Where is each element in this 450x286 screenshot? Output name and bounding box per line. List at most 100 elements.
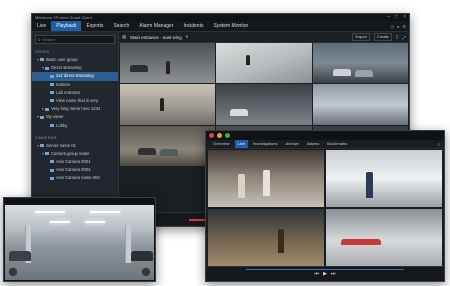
current-view-title[interactable]: Main entrance - east wing — [130, 35, 182, 40]
tree-item[interactable]: Axis Camera 0001 — [32, 158, 118, 166]
tab-investigations[interactable]: Investigations — [250, 140, 280, 148]
playback-timeline[interactable] — [246, 269, 404, 270]
popout-titlebar — [4, 198, 155, 205]
fullscreen-icon[interactable]: ⤢ — [402, 35, 406, 40]
cameras-tree: ▾ Server name 01 ▾ Camera group name Axis … — [32, 142, 118, 183]
person-shape — [366, 172, 373, 198]
tree-item[interactable]: ▾ Direct streaming — [32, 64, 118, 72]
chevron-down-icon: ▾ — [37, 142, 40, 148]
tree-item[interactable]: ▾ My views — [32, 113, 118, 121]
car-shape — [130, 65, 148, 72]
garage-camera-view[interactable] — [5, 205, 154, 280]
folder-icon — [45, 66, 50, 70]
window-dots — [209, 133, 230, 138]
person-shape — [263, 170, 270, 196]
camera-tile[interactable] — [120, 43, 216, 84]
ptz-left-icon[interactable] — [8, 267, 18, 277]
chevron-down-icon: ▾ — [37, 114, 40, 120]
search-input[interactable] — [42, 36, 103, 43]
maximize-icon[interactable]: □ — [395, 15, 398, 20]
car-shape — [160, 148, 178, 156]
ptz-right-icon[interactable] — [141, 267, 151, 277]
tree-item[interactable]: ▸ Very long name here 1234 — [32, 105, 118, 113]
tab-search[interactable]: Search — [108, 21, 134, 31]
tab-live[interactable]: Live — [32, 21, 51, 31]
create-button[interactable]: Create — [373, 33, 392, 41]
tree-item[interactable]: Axis Camera name 004 — [32, 174, 118, 182]
minimize-dot-icon[interactable] — [217, 133, 222, 138]
bookmark-icon[interactable]: ▯ — [396, 34, 398, 40]
view-icon — [50, 82, 54, 86]
main-titlebar: Milestone XProtect Smart Client – □ × — [32, 14, 409, 21]
tree-item[interactable]: Axis Camera 0002 — [32, 166, 118, 174]
minimize-icon[interactable]: – — [387, 15, 390, 20]
tab-live[interactable]: Live — [234, 140, 249, 148]
play-icon[interactable]: ▶ — [323, 271, 327, 277]
camera-tile[interactable] — [312, 43, 408, 84]
camera-tile[interactable] — [208, 150, 324, 207]
camera-tile[interactable] — [120, 84, 216, 125]
export-button[interactable]: Export — [352, 33, 370, 41]
secondary-tabs: Overview Live Investigations Archive Ala… — [206, 140, 444, 149]
camera-tile[interactable] — [208, 209, 324, 266]
tree-item[interactable]: Lobby — [32, 122, 118, 130]
menu-icon[interactable]: ≡ — [438, 142, 440, 147]
ceiling-light — [90, 211, 120, 213]
person-shape — [238, 174, 245, 198]
tree-item[interactable]: ▾ Camera group name — [32, 150, 118, 158]
ceiling-light — [50, 221, 70, 223]
settings-icon[interactable]: ⚙ — [402, 24, 406, 29]
clock-icon: ◷ — [390, 23, 394, 29]
tab-alarm-manager[interactable]: Alarm Manager — [134, 21, 178, 31]
tab-alarms[interactable]: Alarms — [304, 140, 322, 148]
car-shape — [131, 251, 153, 261]
skip-forward-icon[interactable]: ⏭ — [331, 271, 336, 277]
tab-exports[interactable]: Exports — [81, 21, 108, 31]
tree-item[interactable]: Lab entrance — [32, 89, 118, 97]
chevron-down-icon[interactable]: ▾ — [186, 34, 188, 40]
tab-incidents[interactable]: Incidents — [178, 21, 208, 31]
app-title: Milestone XProtect Smart Client — [35, 15, 92, 20]
camera-tile[interactable] — [120, 125, 216, 166]
car-shape — [332, 69, 351, 76]
menubar-tools: ◷ ● ⚙ — [390, 24, 409, 29]
playback-controls: ⏮ ▶ ⏭ — [206, 266, 444, 281]
chevron-down-icon: ▾ — [42, 65, 45, 71]
folder-icon — [40, 58, 45, 62]
car-shape — [138, 147, 156, 155]
ceiling-light — [35, 211, 65, 213]
grid-icon[interactable]: ▦ — [122, 34, 126, 40]
skip-back-icon[interactable]: ⏮ — [315, 271, 320, 277]
view-icon — [50, 99, 54, 103]
camera-tile[interactable] — [216, 43, 312, 84]
camera-tile[interactable] — [312, 84, 408, 125]
tree-item[interactable]: ▾ Basic user group — [32, 56, 118, 64]
tab-playback[interactable]: Playback — [51, 21, 82, 31]
tab-archive[interactable]: Archive — [282, 140, 301, 148]
camera-tile[interactable] — [326, 150, 442, 207]
camera-icon — [50, 160, 54, 164]
close-dot-icon[interactable] — [209, 133, 214, 138]
search-field[interactable]: ⌕ — [35, 35, 115, 44]
chevron-down-icon: ▾ — [37, 57, 40, 62]
user-icon[interactable]: ● — [397, 24, 399, 29]
maximize-dot-icon[interactable] — [225, 133, 230, 138]
tree-item-selected[interactable]: 2x2 direct streaming — [32, 72, 118, 81]
camera-tile[interactable] — [216, 84, 312, 125]
tab-system-monitor[interactable]: System Monitor — [208, 21, 253, 31]
camera-tile[interactable] — [326, 209, 442, 266]
camera-popout-window — [3, 197, 156, 282]
person-shape — [246, 55, 251, 65]
tree-item[interactable]: Indoors — [32, 81, 118, 89]
tree-item[interactable]: View name that is very — [32, 97, 118, 105]
person-shape — [166, 61, 170, 74]
view-icon — [50, 74, 54, 78]
camera-grid-2x2 — [208, 150, 442, 266]
tree-item[interactable]: ▾ Server name 01 — [32, 142, 118, 150]
secondary-window: Overview Live Investigations Archive Ala… — [205, 130, 445, 282]
close-icon[interactable]: × — [403, 15, 406, 20]
search-icon: ⌕ — [38, 36, 41, 43]
tab-bookmarks[interactable]: Bookmarks — [324, 140, 350, 148]
tab-overview[interactable]: Overview — [210, 140, 233, 148]
car-shape — [230, 109, 249, 117]
